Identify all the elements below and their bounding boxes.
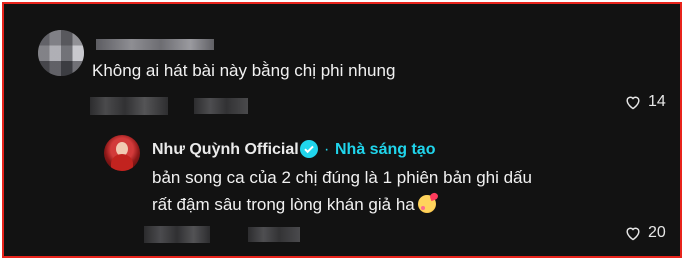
verified-badge-icon: [300, 140, 318, 158]
commenter-name-blurred[interactable]: [96, 39, 214, 50]
reply-author-name[interactable]: Như Quỳnh Official: [152, 141, 299, 159]
reply-author-avatar[interactable]: [104, 135, 140, 171]
creator-badge: Nhà sáng tạo: [335, 141, 436, 158]
comment-panel: Không ai hát bài này bằng chị phi nhung …: [2, 2, 682, 258]
reply-text-line-1: bản song ca của 2 chị đúng là 1 phiên bả…: [152, 168, 532, 187]
check-icon: [304, 145, 314, 154]
badge-separator: ·: [324, 141, 330, 158]
heart-icon: [626, 96, 640, 110]
reply-like-button[interactable]: 20: [624, 224, 666, 242]
heart-icon: [626, 227, 640, 241]
reply-meta-blurred: [144, 226, 210, 243]
smiling-face-with-hearts-icon: [417, 195, 436, 213]
comment-reply-link-blurred[interactable]: [194, 98, 248, 114]
comment-text: Không ai hát bài này bằng chị phi nhung: [92, 61, 396, 80]
commenter-avatar-blurred[interactable]: [38, 30, 84, 76]
reply-text-line-2: rất đậm sâu trong lòng khán giả ha: [152, 195, 415, 214]
comment-meta-blurred: [90, 97, 168, 115]
comment-like-count: 14: [648, 93, 666, 110]
reply-reply-link-blurred[interactable]: [248, 227, 300, 242]
reply-like-count: 20: [648, 224, 666, 241]
comment-like-button[interactable]: 14: [624, 93, 666, 111]
reply-text: bản song ca của 2 chị đúng là 1 phiên bả…: [152, 164, 622, 218]
